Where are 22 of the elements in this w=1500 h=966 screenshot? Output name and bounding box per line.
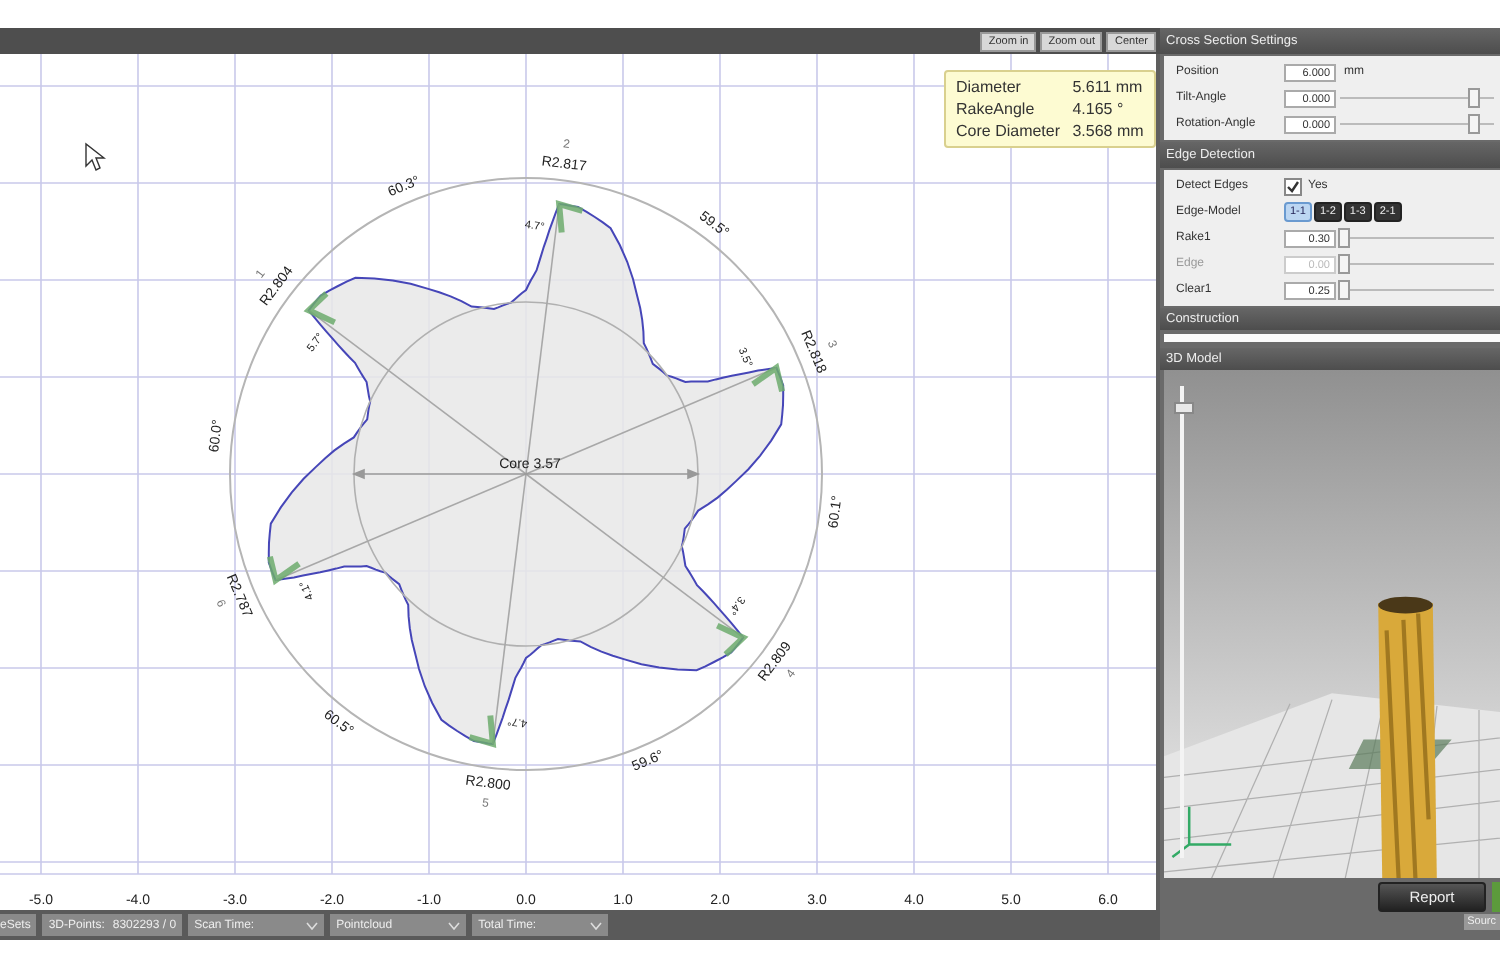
cutting-edge-marker [468, 715, 497, 749]
caret-icon [448, 921, 461, 929]
caret-icon [590, 921, 603, 929]
measurement-value: 3.568 mm [1072, 122, 1144, 140]
slider-thumb[interactable] [1468, 114, 1481, 134]
slider-thumb[interactable] [1338, 228, 1350, 248]
slider-thumb[interactable] [1338, 280, 1350, 300]
cutting-edge-marker [751, 362, 785, 393]
measurement-label: RakeAngle [956, 100, 1037, 118]
checkbox[interactable] [1284, 177, 1302, 195]
measurement-value: 5.611 mm [1072, 78, 1144, 96]
caret-icon [306, 921, 319, 929]
measurement-value: 4.165 ° [1072, 100, 1126, 118]
measurement-label: Core Diameter [956, 122, 1061, 140]
cursor-icon [85, 142, 107, 171]
action-button[interactable] [1492, 881, 1500, 911]
cutting-edge-marker [555, 199, 584, 233]
measurement-label: Diameter [956, 78, 1023, 96]
slider-thumb[interactable] [1468, 88, 1481, 108]
cutting-edge-marker [267, 555, 301, 586]
cutting-edge-marker [303, 291, 336, 326]
cutting-edge-marker [716, 622, 749, 657]
